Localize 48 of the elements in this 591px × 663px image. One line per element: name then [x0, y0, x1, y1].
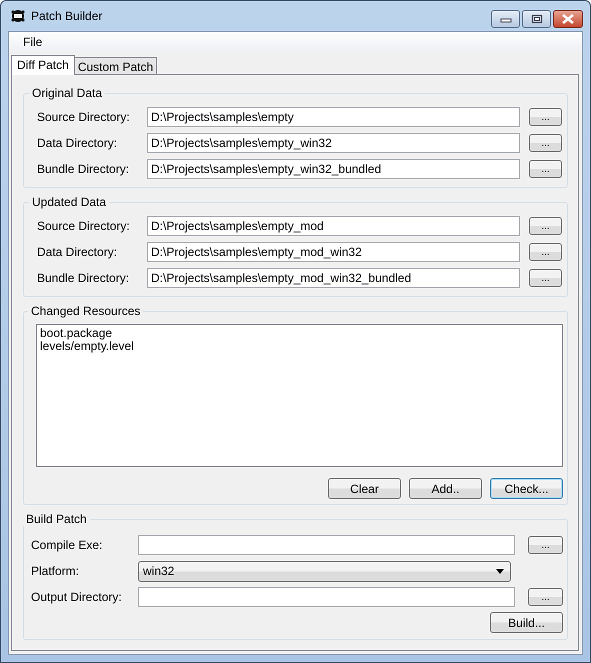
group-title: Original Data	[31, 86, 104, 100]
field-label: Data Directory:	[37, 136, 118, 150]
field-label: Compile Exe:	[31, 538, 104, 552]
caret-icon	[496, 568, 504, 574]
action-button[interactable]: Add..	[409, 478, 482, 499]
resource-list[interactable]: boot.package levels/empty.level	[36, 324, 563, 467]
field-label: Platform:	[31, 564, 80, 578]
field-label: Source Directory:	[37, 219, 131, 233]
browse-button[interactable]: ...	[529, 269, 562, 287]
input-field[interactable]	[138, 535, 515, 555]
close-icon	[561, 14, 575, 24]
input-field[interactable]: D:\Projects\samples\empty_mod_win32	[147, 242, 520, 262]
browse-button[interactable]: ...	[528, 588, 563, 606]
list-item[interactable]: levels/empty.level	[40, 340, 559, 353]
browse-button[interactable]: ...	[528, 536, 563, 554]
browse-button[interactable]: ...	[529, 134, 562, 152]
build-button[interactable]: Build...	[490, 612, 563, 633]
maximize-icon	[530, 14, 542, 24]
input-field[interactable]: D:\Projects\samples\empty_win32_bundled	[147, 159, 520, 179]
input-field[interactable]: D:\Projects\samples\empty_win32	[147, 133, 520, 153]
group-title: Build Patch	[25, 512, 88, 526]
tab[interactable]: Custom Patch	[74, 57, 158, 74]
field-label: Bundle Directory:	[37, 162, 130, 176]
field-label: Data Directory:	[37, 245, 118, 259]
browse-button[interactable]: ...	[529, 217, 562, 235]
window-title: Patch Builder	[31, 9, 102, 23]
close-button[interactable]	[553, 10, 583, 28]
action-button[interactable]: Clear	[328, 478, 401, 499]
action-button[interactable]: Check...	[490, 478, 563, 499]
tab[interactable]: Diff Patch	[11, 55, 75, 75]
field-label: Output Directory:	[31, 590, 123, 604]
app-icon	[11, 9, 25, 23]
browse-button[interactable]: ...	[529, 243, 562, 261]
group-title: Updated Data	[31, 195, 108, 209]
browse-button[interactable]: ...	[529, 160, 562, 178]
input-field[interactable]	[138, 587, 515, 607]
field-label: Source Directory:	[37, 110, 131, 124]
input-field[interactable]: D:\Projects\samples\empty_mod_win32_bundled	[147, 268, 520, 288]
list-item[interactable]: boot.package	[40, 327, 559, 340]
input-field[interactable]: D:\Projects\samples\empty	[147, 107, 520, 127]
input-field[interactable]: D:\Projects\samples\empty_mod	[147, 216, 520, 236]
field-label: Bundle Directory:	[37, 271, 130, 285]
platform-dropdown[interactable]: win32	[138, 560, 511, 582]
menu-item[interactable]: File	[23, 35, 42, 49]
browse-button[interactable]: ...	[529, 108, 562, 126]
minimize-button[interactable]	[491, 10, 520, 28]
group-title: Changed Resources	[30, 304, 142, 318]
maximize-button[interactable]	[522, 10, 551, 28]
